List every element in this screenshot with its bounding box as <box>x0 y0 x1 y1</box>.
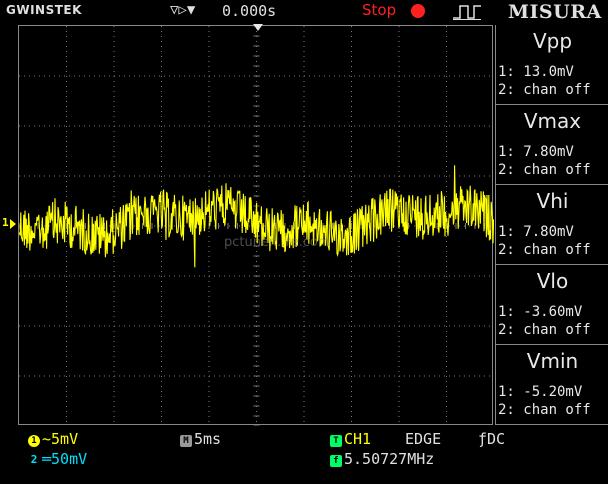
measure-slot-vlo[interactable]: Vlo 1: -3.60mV 2: chan off <box>495 265 608 345</box>
timebase-value: 5ms <box>194 430 222 448</box>
ch1-ground-marker: 1 <box>2 216 9 229</box>
trigger-source-value: CH1 <box>344 430 372 448</box>
timebase-readout: M 5ms <box>180 430 221 448</box>
trigger-edge-icon <box>453 5 481 20</box>
trigger-source-readout: T CH1 <box>330 430 371 448</box>
frequency-badge-icon: f <box>330 455 342 467</box>
measure-ch2-value: 2: chan off <box>498 82 591 98</box>
measure-slot-vpp[interactable]: Vpp 1: 13.0mV 2: chan off <box>495 25 608 105</box>
brand-suffix: INSTEK <box>30 3 82 17</box>
measure-ch1-value: 1: -5.20mV <box>498 384 583 400</box>
ch1-scale-readout: 1 ~5mV <box>28 430 78 448</box>
bottom-status-bar: 1 ~5mV 2 ═50mV M 5ms T CH1 EDGE ƒDC f 5.50727… <box>0 426 608 484</box>
measure-menu-title: MISURA <box>508 1 602 23</box>
top-status-bar: GWINSTEK ▽▷▼ 0.000s Stop MISURA <box>0 0 608 24</box>
trigger-badge-icon: T <box>330 435 342 447</box>
watermark-text: pctuner...re.com <box>224 235 330 250</box>
measure-ch1-value: 1: 13.0mV <box>498 64 574 80</box>
graticule-svg: pctuner...re.com <box>19 26 494 426</box>
measure-slot-vhi[interactable]: Vhi 1: 7.80mV 2: chan off <box>495 185 608 265</box>
ch1-scale-value: ~5mV <box>42 430 79 448</box>
measure-ch2-value: 2: chan off <box>498 402 591 418</box>
trigger-type-label: EDGE <box>405 430 442 448</box>
measurement-panel: Vpp 1: 13.0mV 2: chan off Vmax 1: 7.80mV… <box>495 25 608 425</box>
frequency-readout: f 5.50727MHz <box>330 450 434 468</box>
ch1-waveform-trace <box>19 165 494 268</box>
trigger-coupling-label: ƒDC <box>478 430 506 448</box>
measure-ch1-value: 1: -3.60mV <box>498 304 583 320</box>
trigger-position-readout: 0.000s <box>222 2 277 20</box>
timebase-badge-icon: M <box>180 435 192 447</box>
trigger-position-arrows-icon: ▽▷▼ <box>170 2 196 18</box>
measure-ch2-value: 2: chan off <box>498 322 591 338</box>
stop-indicator-icon <box>411 4 425 18</box>
ch2-scale-readout: 2 ═50mV <box>28 450 87 468</box>
measure-slot-vmin[interactable]: Vmin 1: -5.20mV 2: chan off <box>495 345 608 425</box>
measure-title: Vmax <box>523 109 582 133</box>
measure-ch2-value: 2: chan off <box>498 162 591 178</box>
measure-slot-vmax[interactable]: Vmax 1: 7.80mV 2: chan off <box>495 105 608 185</box>
measure-title: Vmin <box>526 349 579 373</box>
measure-title: Vpp <box>532 29 573 53</box>
ch2-badge-icon: 2 <box>30 453 38 466</box>
frequency-value: 5.50727MHz <box>344 450 435 468</box>
brand-logo: GWINSTEK <box>6 3 82 17</box>
measure-ch1-value: 1: 7.80mV <box>498 144 574 160</box>
trigger-position-marker-icon <box>253 24 263 31</box>
ch2-scale-value: ═50mV <box>42 450 88 468</box>
ch1-marker-arrow-icon <box>10 219 16 229</box>
measure-title: Vhi <box>536 189 569 213</box>
ch1-badge-icon: 1 <box>28 435 40 447</box>
waveform-display: pctuner...re.com <box>18 25 494 426</box>
measure-ch1-value: 1: 7.80mV <box>498 224 574 240</box>
brand-prefix: GW <box>6 3 31 17</box>
run-state-label: Stop <box>362 1 397 19</box>
measure-ch2-value: 2: chan off <box>498 242 591 258</box>
measure-title: Vlo <box>536 269 569 293</box>
